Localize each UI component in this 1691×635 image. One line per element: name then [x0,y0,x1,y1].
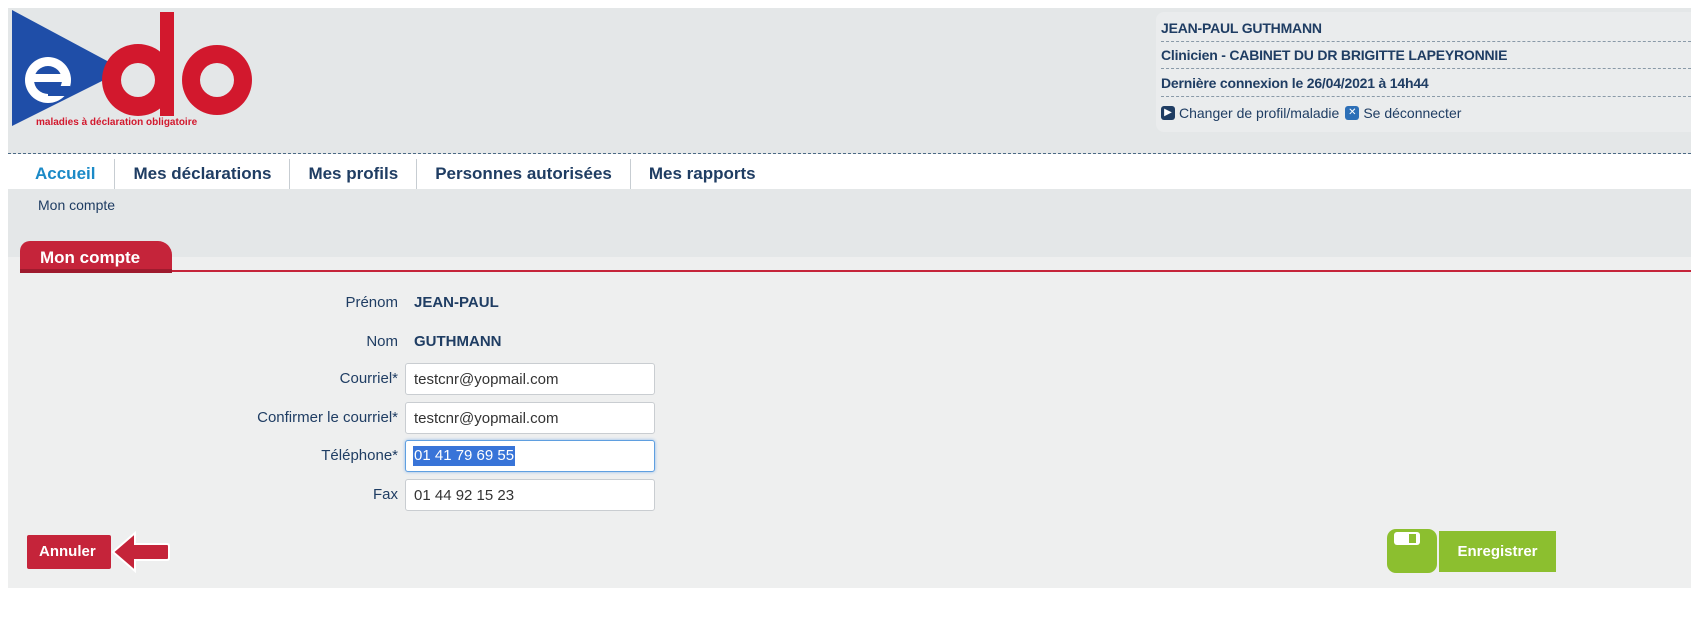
change-profile-link[interactable]: Changer de profil/maladie [1179,105,1339,121]
cancel-button-label[interactable]: Annuler [27,535,111,569]
nav-mes-rapports[interactable]: Mes rapports [631,159,774,189]
section-underline [20,270,1691,272]
nav-mes-profils[interactable]: Mes profils [290,159,418,189]
nav-accueil[interactable]: Accueil [8,159,116,189]
logout-link[interactable]: Se déconnecter [1363,105,1461,121]
breadcrumb-bar [8,189,1691,257]
cancel-button[interactable]: Annuler [27,531,172,573]
prenom-label: Prénom [345,294,398,311]
section-tab: Mon compte [20,241,172,273]
nom-label: Nom [366,333,398,350]
confirm-courriel-input[interactable] [405,402,655,434]
breadcrumb: Mon compte [38,197,116,213]
nav-mes-declarations[interactable]: Mes déclarations [115,159,291,189]
play-icon[interactable]: ▶ [1161,106,1175,120]
save-button[interactable]: Enregistrer [1386,527,1556,575]
courriel-input[interactable] [405,363,655,395]
prenom-value: JEAN-PAUL [414,294,499,311]
nav-divider [8,153,1691,154]
confirm-courriel-label: Confirmer le courriel* [257,409,398,426]
save-icon[interactable] [1386,527,1438,575]
main-nav: Accueil Mes déclarations Mes profils Per… [8,159,1691,189]
last-login: Dernière connexion le 26/04/2021 à 14h44 [1161,75,1691,97]
telephone-label: Téléphone* [321,447,398,464]
close-icon[interactable]: ✕ [1345,106,1360,120]
fax-label: Fax [372,486,398,503]
save-button-label[interactable]: Enregistrer [1439,531,1556,572]
fax-input[interactable] [405,479,655,511]
user-name: JEAN-PAUL GUTHMANN [1161,20,1691,42]
telephone-value-selected[interactable]: 01 41 79 69 55 [413,446,516,466]
nom-value: GUTHMANN [414,333,502,350]
user-role: Clinicien - CABINET DU DR BRIGITTE LAPEY… [1161,47,1691,69]
logo-tagline: maladies à déclaration obligatoire [36,117,198,128]
user-actions: ▶ Changer de profil/maladie ✕ Se déconne… [1161,105,1461,121]
nav-personnes-autorisees[interactable]: Personnes autorisées [417,159,631,189]
courriel-label: Courriel* [339,370,398,387]
back-arrow-icon[interactable] [111,531,171,573]
section-title: Mon compte [40,248,141,267]
